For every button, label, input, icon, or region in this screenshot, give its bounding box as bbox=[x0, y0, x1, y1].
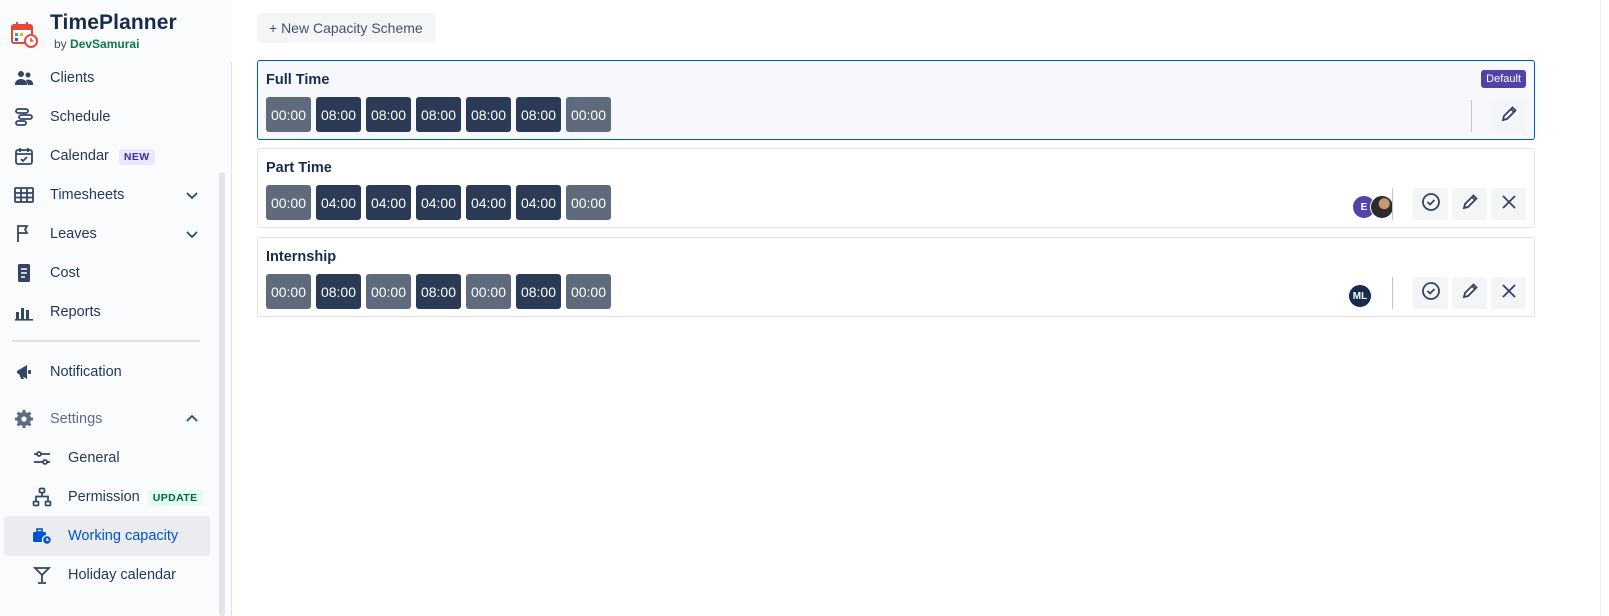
edit-button[interactable] bbox=[1452, 277, 1487, 309]
close-icon bbox=[1500, 193, 1518, 216]
day-hours[interactable]: 04:00 bbox=[366, 185, 411, 220]
day-hours[interactable]: 04:00 bbox=[466, 185, 511, 220]
chevron-down-icon[interactable] bbox=[184, 226, 200, 242]
timeplanner-logo-icon bbox=[10, 20, 38, 48]
pencil-icon bbox=[1461, 193, 1479, 216]
day-hours[interactable]: 00:00 bbox=[566, 185, 611, 220]
day-hours[interactable]: 00:00 bbox=[466, 274, 511, 309]
calendar-check-icon bbox=[12, 144, 36, 168]
edit-button[interactable] bbox=[1452, 188, 1487, 220]
sidebar-scrollbar-thumb[interactable] bbox=[219, 172, 225, 616]
update-badge: UPDATE bbox=[147, 490, 203, 506]
sidebar-item-working-capacity[interactable]: Working capacity bbox=[4, 516, 210, 556]
briefcase-clock-icon bbox=[30, 524, 54, 548]
day-hours[interactable]: 08:00 bbox=[516, 274, 561, 309]
assignee-avatars: ML bbox=[1348, 284, 1372, 308]
sidebar-item-permission[interactable]: Permission UPDATE bbox=[4, 477, 210, 517]
avatar[interactable]: ML bbox=[1348, 284, 1372, 308]
day-hours[interactable]: 08:00 bbox=[416, 274, 461, 309]
close-icon bbox=[1500, 282, 1518, 305]
delete-button[interactable] bbox=[1491, 188, 1526, 220]
check-circle-icon bbox=[1421, 192, 1441, 217]
weekday-hours: 00:00 08:00 00:00 08:00 00:00 08:00 00:0… bbox=[266, 274, 611, 309]
sidebar-item-leaves[interactable]: Leaves bbox=[4, 214, 210, 254]
day-hours[interactable]: 08:00 bbox=[316, 274, 361, 309]
app-title: TimePlanner bbox=[50, 11, 177, 34]
set-default-button[interactable] bbox=[1413, 188, 1448, 220]
sidebar-item-schedule[interactable]: Schedule bbox=[4, 97, 210, 137]
chevron-down-icon[interactable] bbox=[184, 187, 200, 203]
actions-divider bbox=[1392, 277, 1393, 309]
sidebar-item-timesheets[interactable]: Timesheets bbox=[4, 175, 210, 215]
default-badge: Default bbox=[1481, 70, 1526, 88]
sliders-icon bbox=[30, 446, 54, 470]
actions-divider bbox=[1392, 188, 1393, 220]
sidebar-item-holiday-calendar[interactable]: Holiday calendar bbox=[4, 555, 210, 595]
bar-chart-icon bbox=[12, 300, 36, 324]
hierarchy-icon bbox=[30, 485, 54, 509]
set-default-button[interactable] bbox=[1413, 277, 1448, 309]
gear-icon bbox=[12, 407, 36, 431]
day-hours[interactable]: 00:00 bbox=[566, 274, 611, 309]
megaphone-icon bbox=[12, 360, 36, 384]
nav-divider bbox=[12, 340, 200, 342]
day-hours[interactable]: 00:00 bbox=[266, 185, 311, 220]
day-hours[interactable]: 08:00 bbox=[366, 97, 411, 132]
sidebar-item-reports[interactable]: Reports bbox=[4, 292, 210, 332]
actions-divider bbox=[1471, 100, 1472, 132]
scheme-actions bbox=[1491, 100, 1526, 132]
delete-button[interactable] bbox=[1491, 277, 1526, 309]
sidebar-item-cost[interactable]: Cost bbox=[4, 253, 210, 293]
day-hours[interactable]: 08:00 bbox=[516, 97, 561, 132]
day-hours[interactable]: 08:00 bbox=[416, 97, 461, 132]
day-hours[interactable]: 08:00 bbox=[466, 97, 511, 132]
capacity-scheme-card-part-time[interactable]: Part Time 00:00 04:00 04:00 04:00 04:00 … bbox=[257, 148, 1535, 228]
day-hours[interactable]: 04:00 bbox=[316, 185, 361, 220]
day-hours[interactable]: 00:00 bbox=[266, 274, 311, 309]
sidebar-item-calendar[interactable]: Calendar NEW bbox=[4, 136, 210, 176]
scheme-actions bbox=[1413, 277, 1526, 309]
timeline-icon bbox=[12, 105, 36, 129]
people-icon bbox=[12, 66, 36, 90]
avatar-photo[interactable] bbox=[1370, 195, 1394, 219]
receipt-icon bbox=[12, 261, 36, 285]
page-scrollbar[interactable] bbox=[1600, 0, 1609, 616]
scheme-name: Part Time bbox=[266, 160, 332, 176]
chevron-up-icon[interactable] bbox=[184, 411, 200, 427]
capacity-scheme-card-internship[interactable]: Internship 00:00 08:00 00:00 08:00 00:00… bbox=[257, 237, 1535, 317]
brand-header[interactable]: TimePlanner by DevSamurai bbox=[0, 0, 232, 62]
sidebar-item-notification[interactable]: Notification bbox=[4, 352, 210, 392]
scheme-name: Full Time bbox=[266, 72, 330, 88]
new-capacity-scheme-button[interactable]: + New Capacity Scheme bbox=[257, 13, 435, 43]
pencil-icon bbox=[1500, 105, 1518, 128]
day-hours[interactable]: 08:00 bbox=[316, 97, 361, 132]
day-hours[interactable]: 04:00 bbox=[416, 185, 461, 220]
sidebar-scrollbar[interactable] bbox=[218, 64, 226, 616]
day-hours[interactable]: 00:00 bbox=[366, 274, 411, 309]
day-hours[interactable]: 00:00 bbox=[266, 97, 311, 132]
sidebar-item-settings[interactable]: Settings bbox=[4, 399, 210, 439]
scheme-actions bbox=[1413, 188, 1526, 220]
assignee-avatars: E bbox=[1352, 195, 1394, 219]
app-vendor: by DevSamurai bbox=[54, 37, 140, 51]
table-grid-icon bbox=[12, 183, 36, 207]
sidebar: TimePlanner by DevSamurai Clients Schedu… bbox=[0, 0, 232, 616]
sidebar-item-clients[interactable]: Clients bbox=[4, 58, 210, 98]
new-badge: NEW bbox=[118, 149, 155, 165]
weekday-hours: 00:00 08:00 08:00 08:00 08:00 08:00 00:0… bbox=[266, 97, 611, 132]
main-content: + New Capacity Scheme Full Time Default … bbox=[233, 0, 1609, 616]
day-hours[interactable]: 00:00 bbox=[566, 97, 611, 132]
flag-icon bbox=[12, 222, 36, 246]
scheme-name: Internship bbox=[266, 249, 337, 265]
weekday-hours: 00:00 04:00 04:00 04:00 04:00 04:00 00:0… bbox=[266, 185, 611, 220]
pencil-icon bbox=[1461, 282, 1479, 305]
day-hours[interactable]: 04:00 bbox=[516, 185, 561, 220]
edit-button[interactable] bbox=[1491, 100, 1526, 132]
check-circle-icon bbox=[1421, 281, 1441, 306]
cocktail-icon bbox=[30, 563, 54, 587]
capacity-scheme-card-full-time[interactable]: Full Time Default 00:00 08:00 08:00 08:0… bbox=[257, 60, 1535, 140]
sidebar-item-general[interactable]: General bbox=[4, 438, 210, 478]
